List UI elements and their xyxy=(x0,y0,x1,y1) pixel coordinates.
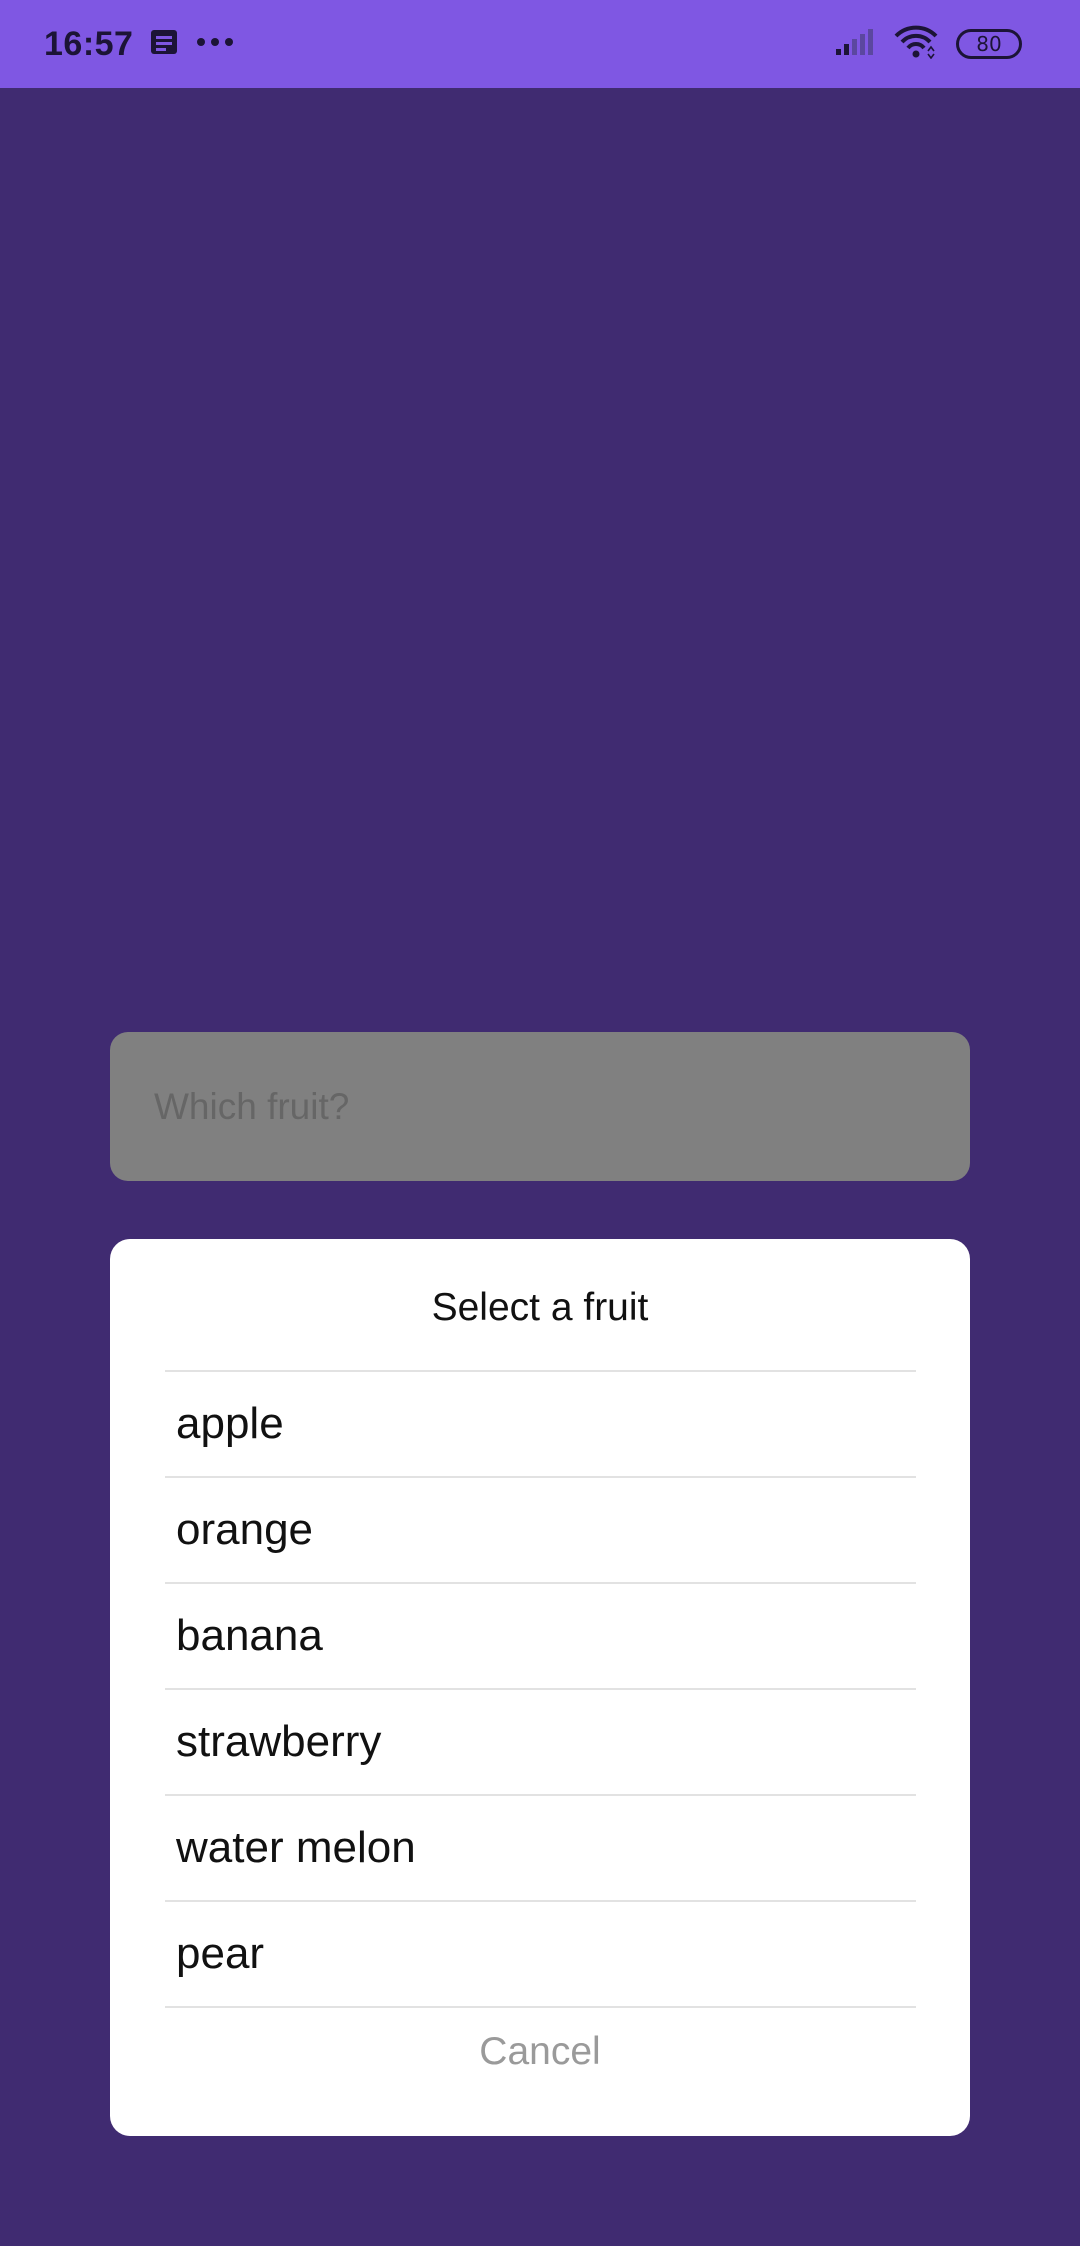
cancel-button[interactable]: Cancel xyxy=(110,2008,970,2096)
fruit-list: apple orange banana strawberry water mel… xyxy=(165,1370,916,2008)
dialog-title: Select a fruit xyxy=(431,1285,649,1329)
fruit-input-placeholder: Which fruit? xyxy=(154,1085,350,1127)
message-icon xyxy=(149,28,179,61)
fruit-select-dialog: Select a fruit apple orange banana straw… xyxy=(110,1239,970,2136)
fruit-input[interactable]: Which fruit? xyxy=(110,1032,970,1181)
battery-level: 80 xyxy=(976,32,1002,56)
status-left: 16:57 xyxy=(44,0,235,88)
fruit-option-water-melon[interactable]: water melon xyxy=(165,1796,916,1902)
fruit-option-banana[interactable]: banana xyxy=(165,1584,916,1690)
status-right: 80 xyxy=(834,0,1022,88)
fruit-option-apple[interactable]: apple xyxy=(165,1372,916,1478)
status-time: 16:57 xyxy=(44,24,134,63)
battery-icon: 80 xyxy=(956,29,1022,59)
more-dots-icon xyxy=(195,35,235,53)
fruit-option-strawberry[interactable]: strawberry xyxy=(165,1690,916,1796)
signal-icon xyxy=(834,27,876,62)
status-bar: 16:57 80 xyxy=(0,0,1080,88)
wifi-icon xyxy=(894,25,938,64)
fruit-option-pear[interactable]: pear xyxy=(165,1902,916,2008)
fruit-option-orange[interactable]: orange xyxy=(165,1478,916,1584)
